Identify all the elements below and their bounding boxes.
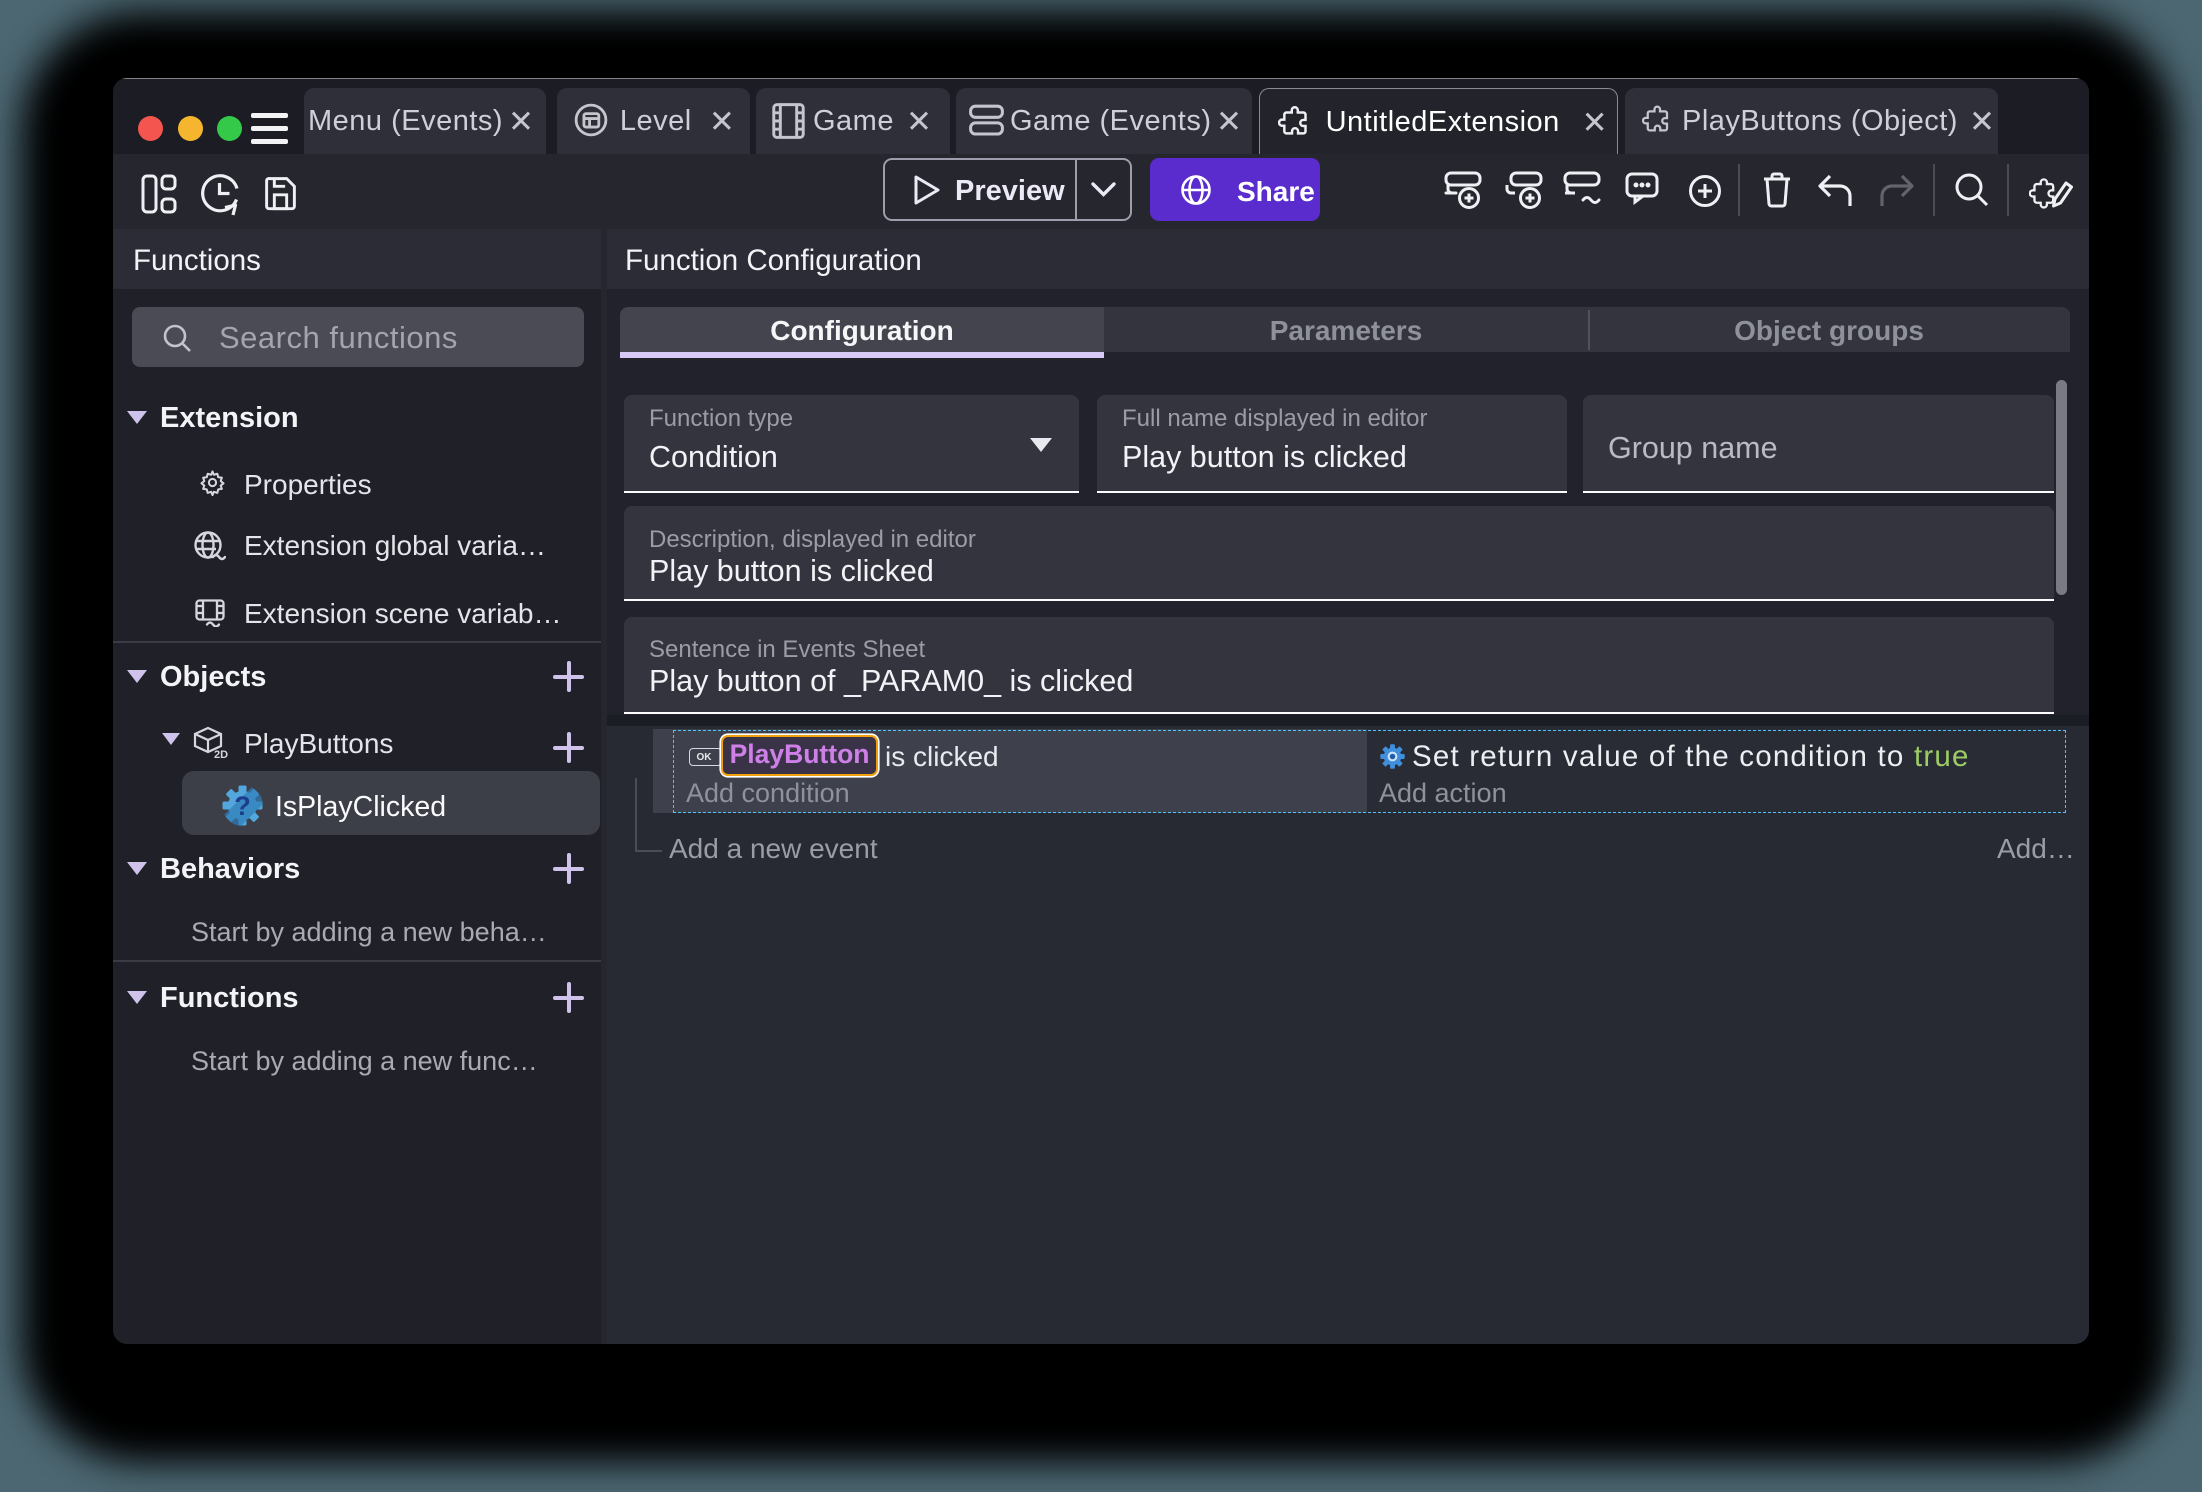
svg-text:?: ? [234,791,251,821]
svg-text:2D: 2D [214,749,228,760]
